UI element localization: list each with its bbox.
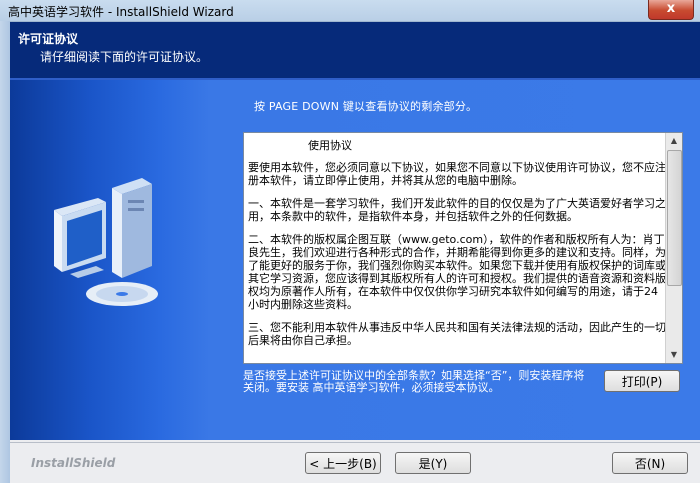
print-button[interactable]: 打印(P): [604, 370, 680, 392]
close-icon: x: [666, 1, 676, 16]
window-frame-left: [0, 21, 10, 483]
scroll-down-icon[interactable]: ▼: [666, 347, 682, 363]
license-text-box[interactable]: 使用协议 要使用本软件，您必须同意以下协议，如果您不同意以下协议使用许可协议，您…: [243, 132, 683, 364]
license-paragraph: 要使用本软件，您必须同意以下协议，如果您不同意以下协议使用许可协议，您不应注册本…: [248, 161, 666, 187]
no-button[interactable]: 否(N): [612, 452, 688, 474]
wizard-body: 按 PAGE DOWN 键以查看协议的剩余部分。 使用协议 要使用本软件，您必须…: [10, 80, 700, 440]
divider: [10, 442, 700, 443]
installer-window: 高中英语学习软件 - InstallShield Wizard x 许可证协议 …: [0, 0, 700, 483]
license-scrollbar[interactable]: ▲ ▼: [665, 133, 682, 363]
license-paragraph: 三、您不能利用本软件从事违反中华人民共和国有关法律法规的活动，因此产生的一切后果…: [248, 321, 666, 347]
license-paragraph: 二、本软件的版权属企图互联（www.geto.com），软件的作者和版权所有人为…: [248, 233, 666, 311]
instruction-text: 按 PAGE DOWN 键以查看协议的剩余部分。: [254, 100, 478, 113]
scroll-thumb[interactable]: [667, 150, 682, 286]
accept-question: 是否接受上述许可证协议中的全部条款？如果选择“否”，则安装程序将关闭。要安装 高…: [243, 369, 585, 394]
back-button[interactable]: < 上一步(B): [305, 452, 381, 474]
window-title: 高中英语学习软件 - InstallShield Wizard: [8, 5, 234, 19]
page-subtitle: 请仔细阅读下面的许可证协议。: [40, 50, 209, 64]
computer-disc-icon: [54, 178, 158, 306]
title-bar[interactable]: 高中英语学习软件 - InstallShield Wizard x: [0, 0, 700, 22]
license-heading: 使用协议: [308, 139, 352, 152]
page-title: 许可证协议: [18, 32, 79, 46]
license-content: 使用协议 要使用本软件，您必须同意以下协议，如果您不同意以下协议使用许可协议，您…: [248, 139, 666, 357]
header-banner: 许可证协议 请仔细阅读下面的许可证协议。: [10, 22, 700, 80]
yes-button[interactable]: 是(Y): [395, 452, 471, 474]
button-bar: InstallShield < 上一步(B) 是(Y) 否(N): [10, 440, 700, 483]
close-button[interactable]: x: [648, 0, 694, 20]
license-paragraph: 一、本软件是一套学习软件，我们开发此软件的目的仅仅是为了广大英语爱好者学习之用，…: [248, 197, 666, 223]
scroll-up-icon[interactable]: ▲: [666, 133, 682, 149]
installshield-logo: InstallShield: [31, 456, 116, 470]
